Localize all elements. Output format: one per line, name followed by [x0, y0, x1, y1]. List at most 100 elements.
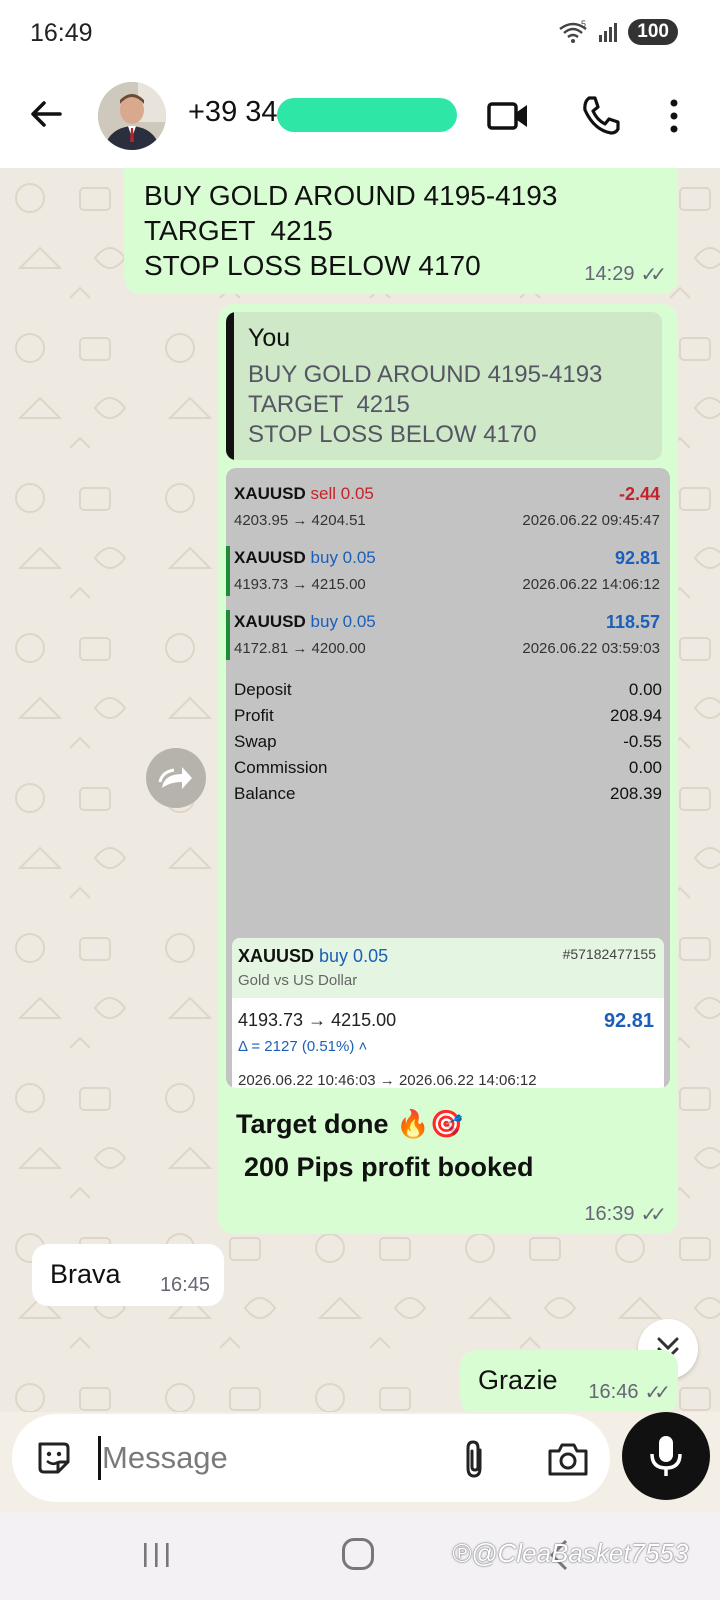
more-vert-icon[interactable] [664, 96, 684, 136]
quote-bar [226, 312, 234, 460]
status-icons: 5 100 [558, 19, 678, 45]
recents-icon[interactable] [142, 1540, 172, 1570]
quote-author: You [248, 324, 291, 352]
text-caret [98, 1436, 101, 1480]
detail-delta: Δ = 2127 (0.51%) ˄ [238, 1038, 368, 1055]
trade-date: 2026.06.22 09:45:47 [522, 512, 660, 529]
summary-row: Deposit 0.00 [234, 680, 662, 706]
trade-side: buy 0.05 [310, 612, 376, 631]
message-bubble-outgoing[interactable]: You BUY GOLD AROUND 4195-4193 TARGET 421… [218, 304, 678, 1234]
caption-line-2: 200 Pips profit booked [244, 1152, 534, 1182]
trade-marker [226, 546, 230, 596]
detail-header: XAUUSD buy 0.05 #57182477155 Gold vs US … [232, 938, 664, 998]
summary-row: Balance 208.39 [234, 784, 662, 810]
caption-line-1: Target done 🔥🎯 [236, 1109, 464, 1139]
wifi-icon: 5 [559, 20, 588, 43]
message-meta: 16:39 ✓✓ [584, 1202, 666, 1227]
read-ticks-icon: ✓✓ [644, 1382, 670, 1404]
camera-icon[interactable] [546, 1440, 590, 1478]
detail-prices: 4193.73 → 4215.00 [238, 1010, 397, 1030]
trade-side: buy 0.05 [310, 548, 376, 567]
message-time: 16:45 [159, 1274, 210, 1296]
summary-value: 208.39 [610, 784, 662, 803]
summary-label: Balance [234, 784, 296, 803]
trade-marker [226, 610, 230, 660]
read-ticks-icon: ✓✓ [640, 1204, 666, 1226]
trade-profit: -2.44 [618, 484, 660, 504]
chat-header: +39 34089 [0, 66, 720, 168]
trade-symbol-line: XAUUSD buy 0.05 [234, 612, 376, 632]
trade-profit: 118.57 [605, 612, 660, 632]
summary-label: Swap [234, 732, 277, 751]
detail-side: buy 0.05 [319, 946, 389, 966]
avatar-photo [98, 82, 166, 150]
summary-label: Commission [234, 758, 328, 777]
summary-label: Profit [234, 706, 274, 725]
trade-date: 2026.06.22 03:59:03 [522, 640, 660, 657]
summary-row: Profit 208.94 [234, 706, 662, 732]
message-bubble-outgoing[interactable]: BUY GOLD AROUND 4195-4193 TARGET 4215 ST… [124, 168, 678, 294]
summary-row: Swap -0.55 [234, 732, 662, 758]
detail-symbol: XAUUSD [238, 946, 315, 966]
trade-history-image[interactable]: XAUUSD sell 0.05 4203.95 → 4204.51 -2.44… [226, 468, 670, 1088]
detail-description: Gold vs US Dollar [238, 972, 358, 989]
trade-row: XAUUSD buy 0.05 4172.81 → 4200.00 118.57… [226, 604, 670, 664]
status-time: 16:49 [30, 19, 93, 47]
phone-icon[interactable] [580, 94, 620, 136]
trade-prices: 4172.81 → 4200.00 [234, 640, 366, 657]
video-call-icon[interactable] [486, 96, 530, 136]
message-text: BUY GOLD AROUND 4195-4193 TARGET 4215 ST… [144, 180, 558, 281]
message-time: 16:46 [588, 1381, 639, 1403]
chat-area[interactable]: BUY GOLD AROUND 4195-4193 TARGET 4215 ST… [0, 168, 720, 1412]
watermark: ℗@CleaBasket7553 [452, 1538, 689, 1568]
message-time: 16:39 [584, 1203, 635, 1225]
detail-ticket: #57182477155 [562, 946, 656, 962]
avatar[interactable] [98, 82, 166, 150]
mic-icon [650, 1436, 682, 1476]
message-meta: 16:45 [160, 1274, 210, 1297]
quote-text: BUY GOLD AROUND 4195-4193 TARGET 4215 ST… [248, 361, 603, 448]
detail-profit: 92.81 [603, 1010, 654, 1032]
message-text: Grazie [478, 1365, 558, 1395]
message-text: Brava [50, 1259, 121, 1289]
trade-prices: 4203.95 → 4204.51 [234, 512, 366, 529]
summary-value: -0.55 [623, 732, 662, 751]
summary-row: Commission 0.00 [234, 758, 662, 784]
home-button[interactable] [342, 1538, 374, 1570]
trade-side: sell 0.05 [310, 484, 374, 503]
trade-row: XAUUSD buy 0.05 4193.73 → 4215.00 92.81 … [226, 540, 670, 600]
trade-symbol: XAUUSD [234, 484, 306, 503]
redaction-mark [277, 98, 457, 132]
trade-symbol-line: XAUUSD buy 0.05 [234, 548, 376, 568]
signal-icon [599, 23, 618, 42]
back-arrow-icon[interactable] [26, 94, 66, 134]
trade-profit: 92.81 [614, 548, 660, 568]
detail-times: 2026.06.22 10:46:03 → 2026.06.22 14:06:1… [238, 1072, 537, 1088]
trade-symbol: XAUUSD [234, 548, 306, 567]
trade-prices: 4193.73 → 4215.00 [234, 576, 366, 593]
trade-date: 2026.06.22 14:06:12 [522, 576, 660, 593]
message-composer [12, 1414, 610, 1502]
message-input[interactable] [102, 1432, 422, 1484]
paperclip-icon[interactable] [458, 1438, 492, 1480]
status-bar: 16:49 5 100 [0, 0, 720, 66]
contact-number-visible: +39 34 [188, 96, 278, 128]
summary-value: 0.00 [628, 680, 662, 699]
summary-value: 208.94 [610, 706, 662, 725]
message-bubble-outgoing[interactable]: Grazie 16:46 ✓✓ [460, 1350, 678, 1412]
network-label: 5 [581, 20, 586, 29]
reply-quote[interactable]: You BUY GOLD AROUND 4195-4193 TARGET 421… [226, 312, 662, 460]
summary-value: 0.00 [628, 758, 662, 777]
forward-icon [158, 767, 192, 789]
forward-button[interactable] [146, 748, 206, 808]
position-detail-card: XAUUSD buy 0.05 #57182477155 Gold vs US … [232, 938, 664, 1088]
message-meta: 16:46 ✓✓ [588, 1380, 670, 1405]
read-ticks-icon: ✓✓ [640, 264, 666, 286]
message-time: 14:29 [584, 263, 635, 285]
sticker-icon[interactable] [34, 1438, 74, 1478]
mic-button[interactable] [622, 1412, 710, 1500]
trade-row: XAUUSD sell 0.05 4203.95 → 4204.51 -2.44… [226, 476, 670, 536]
message-bubble-incoming[interactable]: Brava 16:45 [32, 1244, 224, 1306]
trade-symbol: XAUUSD [234, 612, 306, 631]
summary-label: Deposit [234, 680, 292, 699]
